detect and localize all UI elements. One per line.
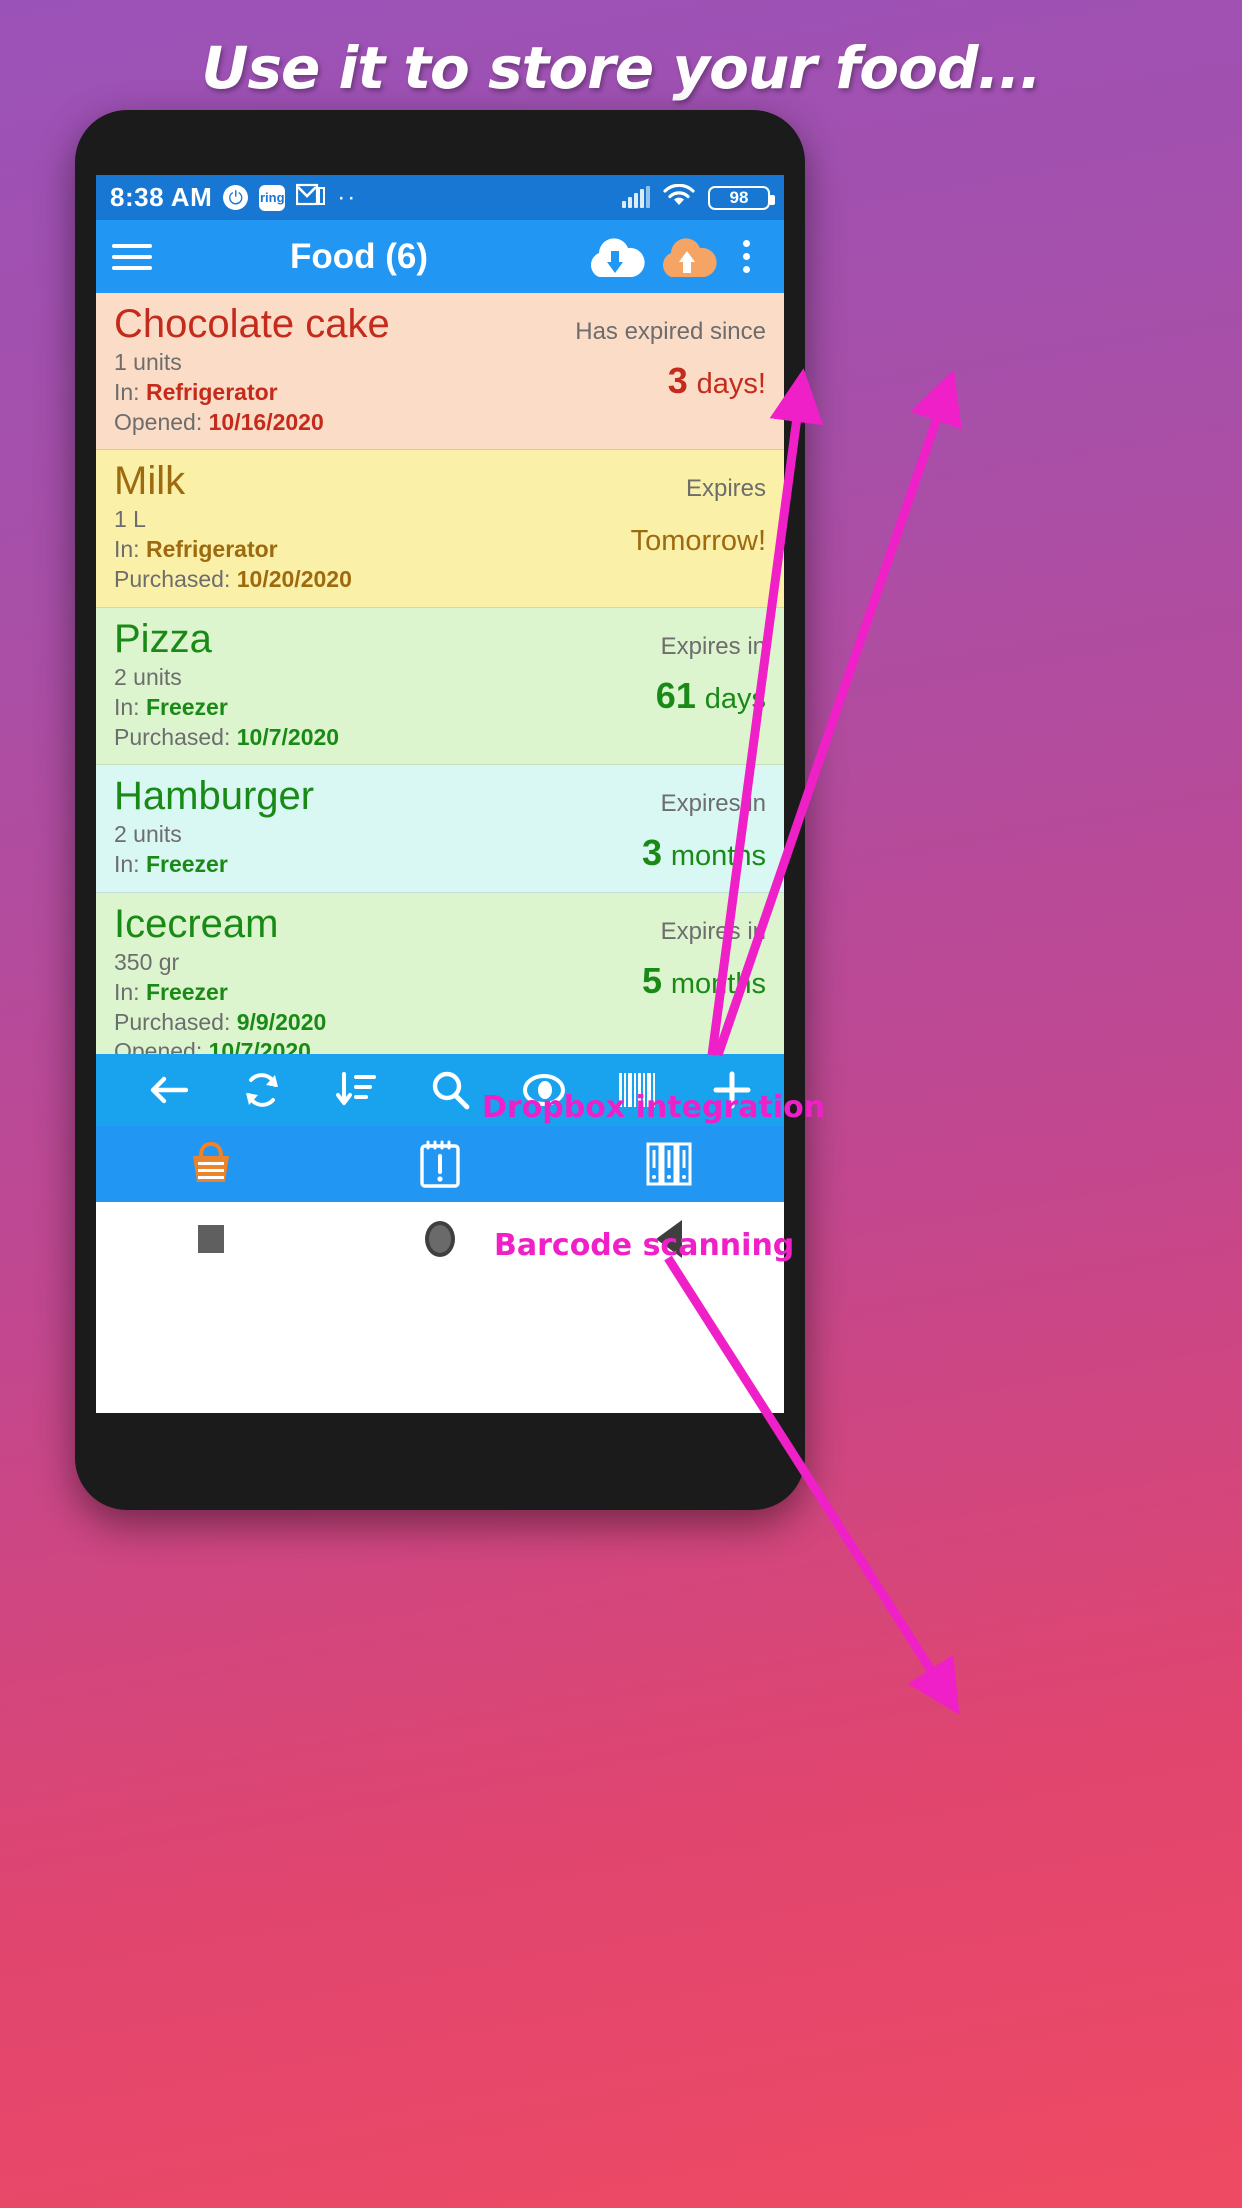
annotation-arrows [664, 368, 962, 1715]
